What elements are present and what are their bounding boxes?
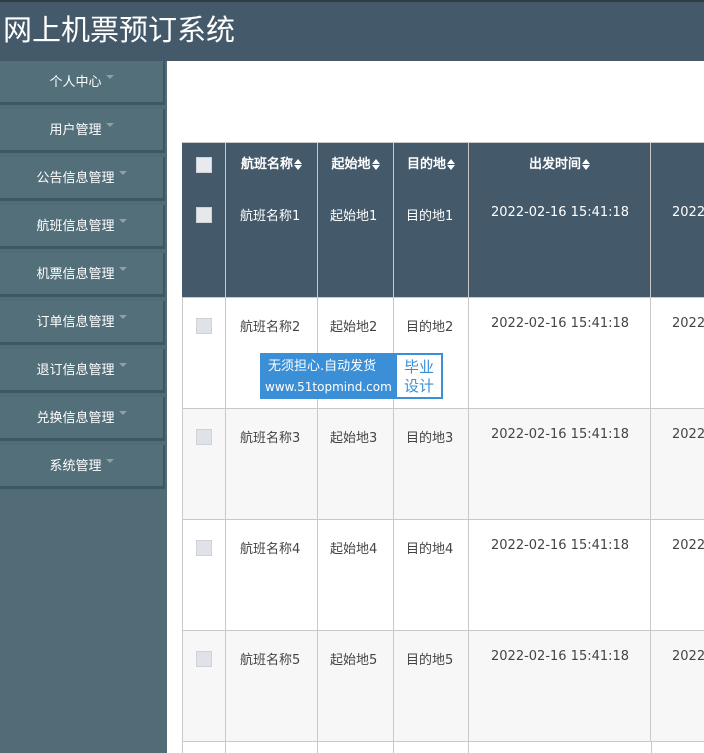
cell-destination: 目的地1 xyxy=(393,187,468,297)
cell-next-column: 2022 xyxy=(672,538,704,553)
sidebar-item-flight-management[interactable]: 航班信息管理 xyxy=(0,205,165,249)
cell-origin: 起始地5 xyxy=(317,631,393,741)
cell-divider xyxy=(468,742,469,753)
cell-flight-name: 航班名称1 xyxy=(225,187,317,297)
sidebar: 个人中心 用户管理 公告信息管理 航班信息管理 机票信息管理 订单信息管理 退订… xyxy=(0,61,167,753)
cell-divider xyxy=(225,742,226,753)
sidebar-item-order-management[interactable]: 订单信息管理 xyxy=(0,301,165,345)
app-title: 网上机票预订系统 xyxy=(3,13,236,47)
chevron-down-icon xyxy=(105,122,114,127)
watermark-url: www.51topmind.com xyxy=(265,380,392,394)
cell-flight-name: 航班名称4 xyxy=(225,520,317,630)
cell-divider xyxy=(393,742,394,753)
cell-origin: 起始地4 xyxy=(317,520,393,630)
chevron-down-icon xyxy=(118,266,127,271)
sidebar-item-ticket-management[interactable]: 机票信息管理 xyxy=(0,253,165,297)
cell-departure-time: 2022-02-16 15:41:18 xyxy=(468,409,651,519)
chevron-down-icon xyxy=(118,170,127,175)
chevron-down-icon xyxy=(118,362,127,367)
sidebar-item-personal-center[interactable]: 个人中心 xyxy=(0,61,165,105)
cell-divider xyxy=(651,742,652,753)
sort-icon xyxy=(582,158,590,171)
sidebar-item-label: 退订信息管理 xyxy=(36,363,115,378)
chevron-down-icon xyxy=(118,218,127,223)
row-checkbox[interactable] xyxy=(196,429,212,445)
header-label: 出发时间 xyxy=(528,157,581,172)
sidebar-item-exchange-management[interactable]: 兑换信息管理 xyxy=(0,397,165,441)
table-row[interactable] xyxy=(182,742,704,753)
header-cell-departure-time[interactable]: 出发时间 xyxy=(468,143,651,187)
table-row[interactable]: 航班名称3 起始地3 目的地3 2022-02-16 15:41:18 2022 xyxy=(182,409,704,520)
cell-destination: 目的地4 xyxy=(393,520,468,630)
cell-departure-time: 2022-02-16 15:41:18 xyxy=(468,298,651,408)
row-checkbox[interactable] xyxy=(196,318,212,334)
header-label: 目的地 xyxy=(406,157,446,172)
header-cell-origin[interactable]: 起始地 xyxy=(317,143,393,187)
app-header: 网上机票预订系统 xyxy=(0,0,704,61)
cell-departure-time: 2022-02-16 15:41:18 xyxy=(468,520,651,630)
cell-departure-time: 2022-02-16 15:41:18 xyxy=(468,187,651,297)
cell-next-column: 2022 xyxy=(672,205,704,220)
header-label: 航班名称 xyxy=(240,157,293,172)
table-row[interactable]: 航班名称1 起始地1 目的地1 2022-02-16 15:41:18 2022 xyxy=(182,187,704,298)
table-row[interactable]: 航班名称4 起始地4 目的地4 2022-02-16 15:41:18 2022 xyxy=(182,520,704,631)
chevron-down-icon xyxy=(105,458,114,463)
select-all-checkbox[interactable] xyxy=(196,157,212,173)
sort-icon xyxy=(371,158,380,171)
sidebar-item-refund-management[interactable]: 退订信息管理 xyxy=(0,349,165,393)
table-header: 航班名称 起始地 目的地 出发时间 xyxy=(182,142,704,187)
sidebar-item-system-management[interactable]: 系统管理 xyxy=(0,445,165,489)
watermark-right-line1: 毕业 xyxy=(404,358,435,376)
cell-destination: 目的地3 xyxy=(393,409,468,519)
cell-destination: 目的地5 xyxy=(393,631,468,741)
sidebar-item-announcement-management[interactable]: 公告信息管理 xyxy=(0,157,165,201)
row-checkbox[interactable] xyxy=(196,540,212,556)
cell-flight-name: 航班名称5 xyxy=(225,631,317,741)
sidebar-item-label: 机票信息管理 xyxy=(36,267,115,282)
cell-flight-name: 航班名称3 xyxy=(225,409,317,519)
cell-departure-time: 2022-02-16 15:41:18 xyxy=(468,631,651,741)
watermark-right-line2: 设计 xyxy=(404,377,435,395)
header-cell-flight-name[interactable]: 航班名称 xyxy=(225,143,317,187)
sidebar-item-label: 订单信息管理 xyxy=(36,315,115,330)
cell-origin: 起始地3 xyxy=(317,409,393,519)
sidebar-item-user-management[interactable]: 用户管理 xyxy=(0,109,165,153)
cell-next-column: 2022 xyxy=(672,316,704,331)
cell-next-column: 2022 xyxy=(672,649,704,664)
watermark-slogan: 无须担心.自动发货 xyxy=(268,359,377,374)
row-checkbox[interactable] xyxy=(196,651,212,667)
main-content: 航班名称 起始地 目的地 出发时间 航班名称1 起始地1 目的地1 2022-0… xyxy=(167,61,704,753)
table-row[interactable]: 航班名称5 起始地5 目的地5 2022-02-16 15:41:18 2022 xyxy=(182,631,704,742)
sidebar-item-label: 个人中心 xyxy=(49,75,102,90)
sidebar-item-label: 系统管理 xyxy=(49,459,102,474)
sidebar-item-label: 公告信息管理 xyxy=(36,171,115,186)
sidebar-item-label: 航班信息管理 xyxy=(36,219,115,234)
watermark-badge: 无须担心.自动发货 www.51topmind.com 毕业 设计 xyxy=(260,353,443,399)
header-label: 起始地 xyxy=(331,157,371,172)
chevron-down-icon xyxy=(118,314,127,319)
cell-next-column: 2022 xyxy=(672,427,704,442)
chevron-down-icon xyxy=(105,74,114,79)
header-cell-destination[interactable]: 目的地 xyxy=(393,143,468,187)
sidebar-item-label: 用户管理 xyxy=(49,123,102,138)
chevron-down-icon xyxy=(118,410,127,415)
cell-divider xyxy=(317,742,318,753)
sidebar-item-label: 兑换信息管理 xyxy=(36,411,115,426)
watermark-left: 无须担心.自动发货 www.51topmind.com xyxy=(262,355,397,397)
sort-icon xyxy=(294,158,302,171)
row-checkbox[interactable] xyxy=(196,207,212,223)
cell-origin: 起始地1 xyxy=(317,187,393,297)
sort-icon xyxy=(447,158,455,171)
